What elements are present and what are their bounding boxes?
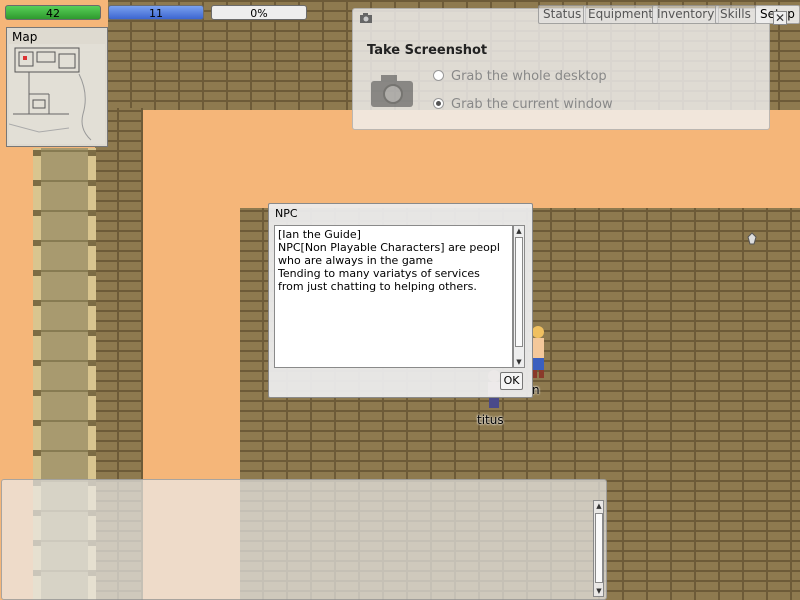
radio-grab-desktop[interactable]: Grab the whole desktop: [433, 69, 607, 84]
scrollbar-thumb[interactable]: [595, 513, 603, 583]
npc-dialog-text: [Ian the Guide] NPC[Non Playable Charact…: [274, 225, 513, 368]
scroll-down-icon[interactable]: ▼: [515, 358, 523, 366]
camera-icon: [360, 13, 372, 23]
large-camera-icon: [371, 75, 413, 107]
npc-line: NPC[Non Playable Characters] are peopl: [278, 241, 500, 254]
mp-value: 11: [149, 7, 163, 20]
npc-line: who are always in the game: [278, 254, 434, 267]
inventory-button[interactable]: Inventory: [652, 5, 720, 24]
radio-grab-window[interactable]: Grab the current window: [433, 97, 613, 112]
item-drop-icon[interactable]: [746, 232, 758, 246]
radio-window-dot[interactable]: [433, 98, 444, 109]
radio-desktop-label: Grab the whole desktop: [451, 69, 607, 84]
minimap-title: Map: [12, 30, 38, 44]
chat-scrollbar[interactable]: ▲ ▼: [593, 500, 604, 597]
npc-dialog-scrollbar[interactable]: ▲ ▼: [513, 225, 525, 368]
screenshot-title: Take Screenshot: [367, 43, 488, 58]
radio-window-label: Grab the current window: [451, 97, 613, 112]
equipment-button[interactable]: Equipment: [583, 5, 659, 24]
hp-value: 42: [46, 7, 60, 20]
scroll-up-icon[interactable]: ▲: [595, 502, 603, 510]
skills-button[interactable]: Skills: [715, 5, 756, 24]
xp-bar: 0%: [211, 5, 307, 20]
npc-dialog[interactable]: NPC [Ian the Guide] NPC[Non Playable Cha…: [268, 203, 533, 398]
player-name-label: titus: [477, 413, 504, 427]
radio-desktop-dot[interactable]: [433, 70, 444, 81]
npc-line: Tending to many variatys of services: [278, 267, 480, 280]
scrollbar-thumb[interactable]: [515, 237, 523, 347]
scroll-down-icon[interactable]: ▼: [595, 587, 603, 595]
npc-line: [Ian the Guide]: [278, 228, 361, 241]
chat-window[interactable]: ▲ ▼: [1, 479, 607, 600]
npc-dialog-title: NPC: [275, 207, 298, 220]
mp-bar: 11: [108, 5, 204, 20]
minimap-window[interactable]: Map: [6, 27, 108, 147]
ok-button[interactable]: OK: [500, 372, 523, 390]
npc-line: from just chatting to helping others.: [278, 280, 477, 293]
hp-bar: 42: [5, 5, 101, 20]
status-button[interactable]: Status: [538, 5, 587, 24]
npc-name-label: n: [532, 383, 540, 397]
minimap-image: [9, 44, 105, 144]
screenshot-window[interactable]: Take Screenshot Grab the whole desktop G…: [352, 8, 770, 130]
xp-value: 0%: [250, 7, 268, 20]
close-icon[interactable]: ✕: [773, 11, 787, 25]
scroll-up-icon[interactable]: ▲: [515, 227, 523, 235]
